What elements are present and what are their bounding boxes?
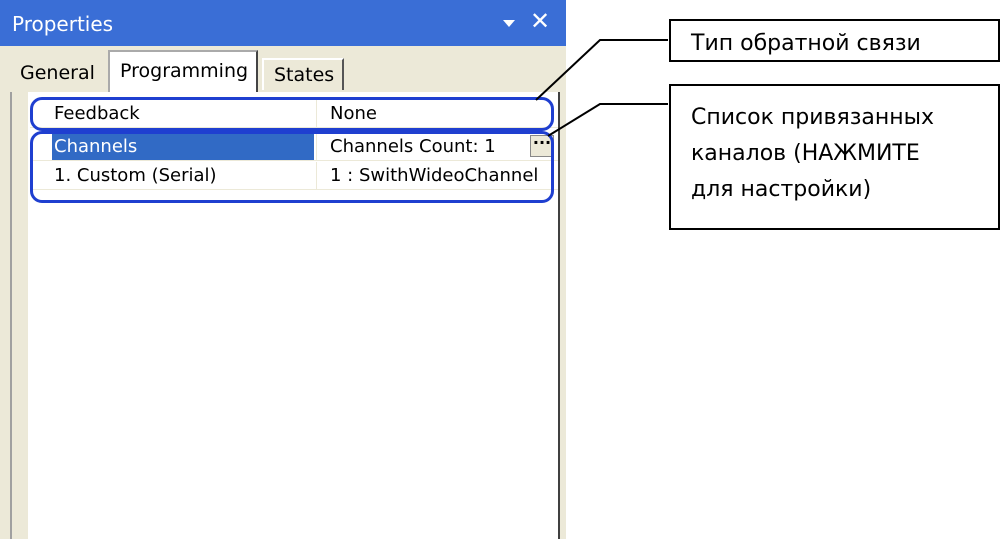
tab-bar: General Programming States — [0, 46, 566, 94]
tab-general[interactable]: General — [10, 58, 110, 90]
panel-title: Properties — [12, 12, 114, 36]
callout-feedback-type: Тип обратной связи — [669, 19, 1000, 62]
properties-panel: Properties ✕ General Programming States … — [0, 0, 566, 539]
callout-text-line: Список привязанных — [691, 105, 935, 130]
callout-text: Тип обратной связи — [691, 31, 921, 56]
feedback-highlight-outline — [30, 97, 554, 131]
panel-titlebar[interactable]: Properties ✕ — [0, 0, 566, 46]
channels-highlight-outline — [30, 131, 554, 203]
tab-states[interactable]: States — [262, 58, 344, 90]
callout-text-line: каналов (НАЖМИТЕ — [691, 141, 920, 166]
callout-text-line: для настройки) — [691, 177, 872, 202]
close-icon[interactable]: ✕ — [528, 9, 552, 34]
dropdown-arrow-icon[interactable] — [500, 14, 518, 32]
callout-channels-list: Список привязанных каналов (НАЖМИТЕ для … — [669, 84, 1000, 230]
tab-programming[interactable]: Programming — [108, 50, 258, 94]
grid-gutter — [12, 92, 28, 539]
